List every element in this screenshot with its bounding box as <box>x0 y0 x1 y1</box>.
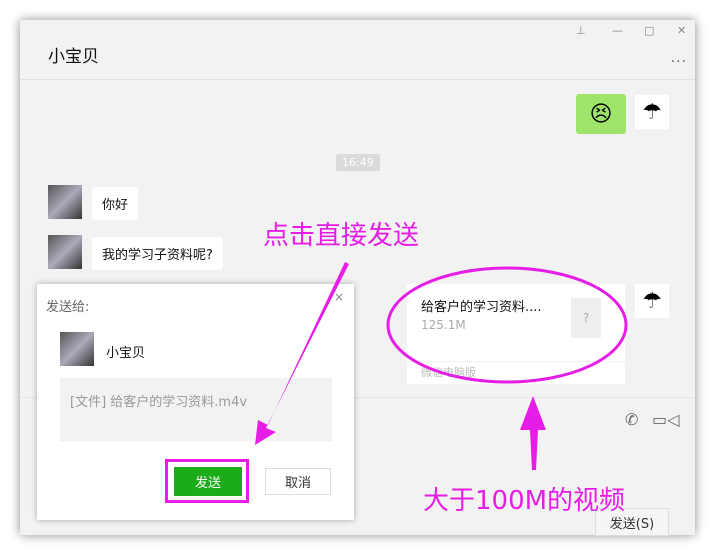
highlight-ellipse <box>386 266 628 384</box>
annotation-click-send: 点击直接发送 <box>263 221 420 251</box>
annotation-overlay <box>255 262 628 470</box>
annotation-large-video: 大于100M的视频 <box>423 486 626 516</box>
arrow-to-file <box>520 396 546 470</box>
arrow-to-send <box>255 262 349 445</box>
